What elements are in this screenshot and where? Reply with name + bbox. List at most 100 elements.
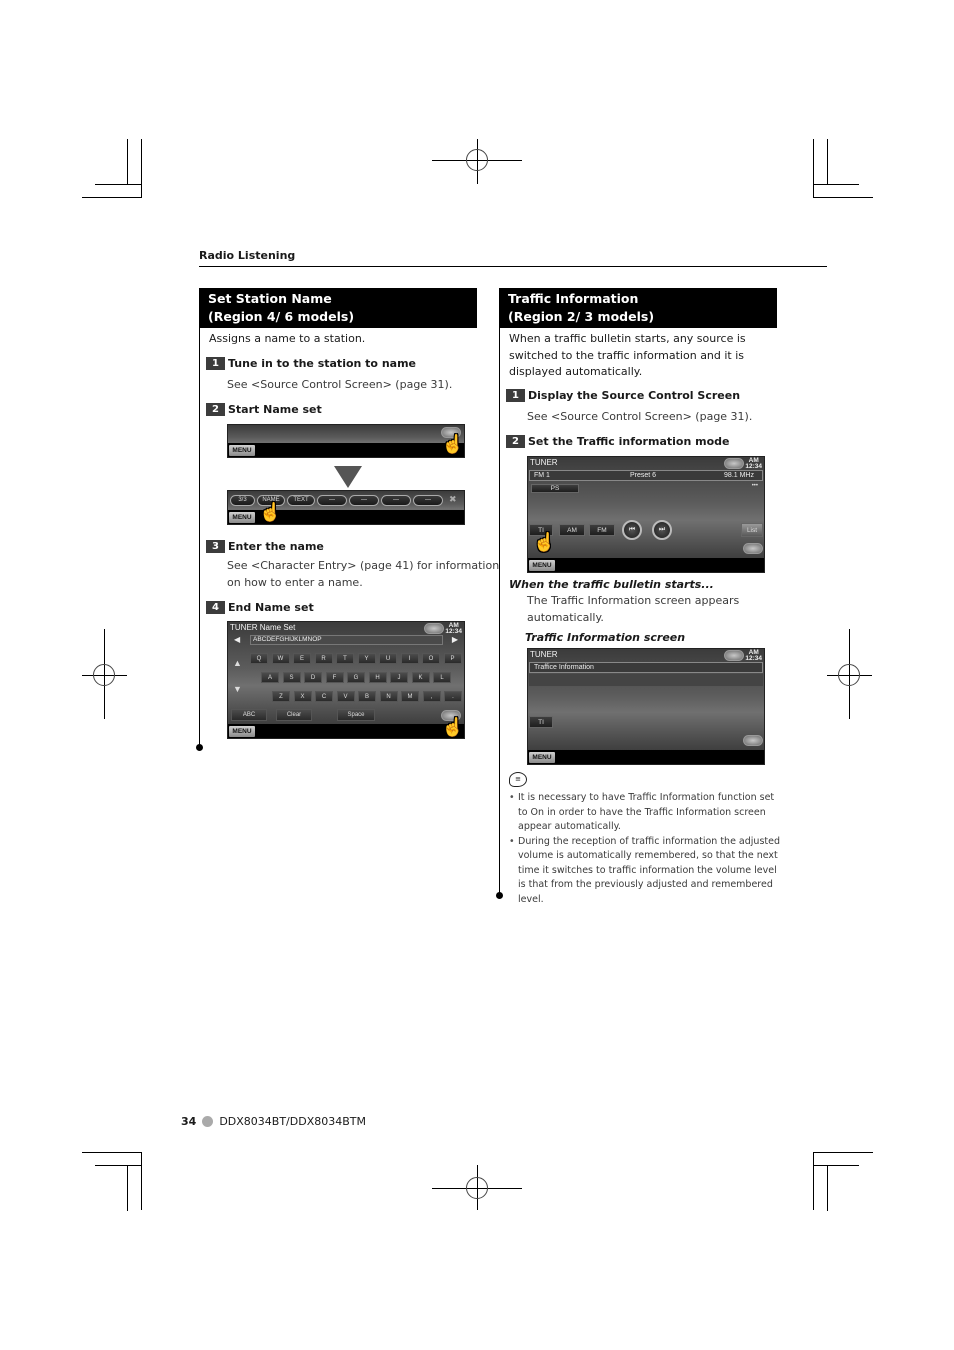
running-head: Radio Listening xyxy=(199,249,296,262)
step-number: 1 xyxy=(506,389,525,402)
registration-circle xyxy=(466,1177,488,1199)
key[interactable]: W xyxy=(271,653,290,664)
registration-circle xyxy=(93,664,115,686)
setup-button[interactable] xyxy=(424,623,444,634)
traffic-info-bar: Traffice Information xyxy=(529,662,763,673)
menu-button[interactable]: MENU xyxy=(529,560,555,571)
key[interactable]: P xyxy=(443,653,462,664)
key[interactable]: Y xyxy=(357,653,376,664)
key[interactable]: C xyxy=(315,691,333,702)
section-border xyxy=(499,328,500,895)
step-number: 4 xyxy=(206,601,225,614)
key[interactable]: Z xyxy=(272,691,290,702)
crop-mark xyxy=(82,1152,142,1153)
key[interactable]: M xyxy=(401,691,419,702)
setup-button[interactable] xyxy=(724,650,744,661)
key[interactable]: J xyxy=(390,672,408,683)
step-title: Tune in to the station to name xyxy=(228,357,416,370)
key[interactable]: O xyxy=(422,653,440,664)
seek-forward-button[interactable]: ⏭ xyxy=(652,520,672,540)
page-button[interactable]: 3/3 xyxy=(230,495,255,506)
abc-key[interactable]: ABC xyxy=(231,709,267,721)
key[interactable]: X xyxy=(293,691,312,702)
back-button[interactable] xyxy=(743,735,763,746)
list-button[interactable]: List xyxy=(741,523,763,537)
key[interactable]: I xyxy=(400,653,419,664)
section-title-line1: Traffic Information xyxy=(508,291,639,306)
key[interactable]: S xyxy=(282,672,301,683)
menu-bar xyxy=(528,558,764,572)
am-button[interactable]: AM xyxy=(559,524,585,536)
menu-button[interactable]: MENU xyxy=(229,512,255,523)
step-desc-line: See <Character Entry> (page 41) for info… xyxy=(227,559,500,572)
key[interactable]: N xyxy=(379,691,398,702)
crop-mark xyxy=(813,1165,859,1166)
notes-list: It is necessary to have Traffic Informat… xyxy=(509,791,781,907)
close-icon[interactable]: ✖ xyxy=(449,494,457,505)
function-button[interactable]: — xyxy=(413,495,443,506)
crop-mark xyxy=(813,139,814,197)
clear-key[interactable]: Clear xyxy=(276,709,312,721)
step-number: 3 xyxy=(206,540,225,553)
step-title: Display the Source Control Screen xyxy=(528,389,741,402)
key[interactable]: B xyxy=(358,691,376,702)
key[interactable]: T xyxy=(336,653,354,664)
key[interactable]: A xyxy=(261,672,279,683)
crop-mark xyxy=(827,1165,828,1211)
step-title: Set the Traffic information mode xyxy=(528,435,730,448)
crop-mark xyxy=(813,184,859,185)
key[interactable]: E xyxy=(293,653,311,664)
key[interactable]: H xyxy=(368,672,387,683)
crop-mark xyxy=(813,197,873,198)
key[interactable]: L xyxy=(433,672,451,683)
menu-button[interactable]: MENU xyxy=(229,726,255,737)
section-border xyxy=(199,328,200,747)
key[interactable]: K xyxy=(411,672,430,683)
info-area xyxy=(529,674,763,686)
key[interactable]: F xyxy=(325,672,344,683)
scroll-up-icon[interactable]: ▲ xyxy=(233,658,242,668)
key[interactable]: . xyxy=(444,691,462,702)
key[interactable]: D xyxy=(304,672,322,683)
setup-button[interactable] xyxy=(724,458,744,469)
space-key[interactable]: Space xyxy=(337,709,375,721)
section-end-dot xyxy=(196,744,203,751)
name-entry-field[interactable]: ABCDEFGHIJKLMNOP xyxy=(250,635,443,645)
band-label: FM 1 xyxy=(534,472,550,479)
crop-mark xyxy=(813,1152,814,1210)
key[interactable]: G xyxy=(347,672,365,683)
cursor-right-icon[interactable]: ▶ xyxy=(452,635,458,644)
section-title-traffic-information: Traffic Information (Region 2/ 3 models) xyxy=(499,288,777,328)
ti-button[interactable]: TI xyxy=(529,716,553,728)
function-button[interactable]: — xyxy=(349,495,379,506)
intro-line: When a traffic bulletin starts, any sour… xyxy=(509,332,746,345)
back-button[interactable] xyxy=(743,543,763,554)
key[interactable]: V xyxy=(336,691,355,702)
scroll-down-icon[interactable]: ▼ xyxy=(233,684,242,694)
fm-button[interactable]: FM xyxy=(589,524,615,536)
intro-text: Assigns a name to a station. xyxy=(209,332,366,345)
ps-button[interactable]: PS xyxy=(531,484,579,493)
function-button[interactable]: — xyxy=(381,495,411,506)
key[interactable]: Q xyxy=(250,653,268,664)
step-number: 2 xyxy=(506,435,525,448)
note-item: During the reception of traffic informat… xyxy=(509,835,781,908)
screen-caption: Traffic Information screen xyxy=(525,631,686,644)
key[interactable]: , xyxy=(422,691,441,702)
text-button[interactable]: TEXT xyxy=(287,495,315,506)
frequency-label: 98.1 MHz xyxy=(724,472,754,479)
seek-back-button[interactable]: ⏮ xyxy=(622,520,642,540)
screen-start-name-set: MENU ☝ xyxy=(227,424,465,458)
menu-button[interactable]: MENU xyxy=(529,752,555,763)
crop-mark xyxy=(127,1165,128,1211)
step-3: 3 Enter the name xyxy=(206,540,324,553)
header-rule xyxy=(199,266,827,267)
menu-button[interactable]: MENU xyxy=(229,445,255,456)
menu-bar xyxy=(228,443,464,457)
key[interactable]: U xyxy=(379,653,397,664)
function-button[interactable]: — xyxy=(317,495,347,506)
registration-circle xyxy=(838,664,860,686)
cursor-left-icon[interactable]: ◀ xyxy=(234,635,240,644)
model-name: DDX8034BT/DDX8034BTM xyxy=(219,1115,366,1128)
key[interactable]: R xyxy=(314,653,333,664)
